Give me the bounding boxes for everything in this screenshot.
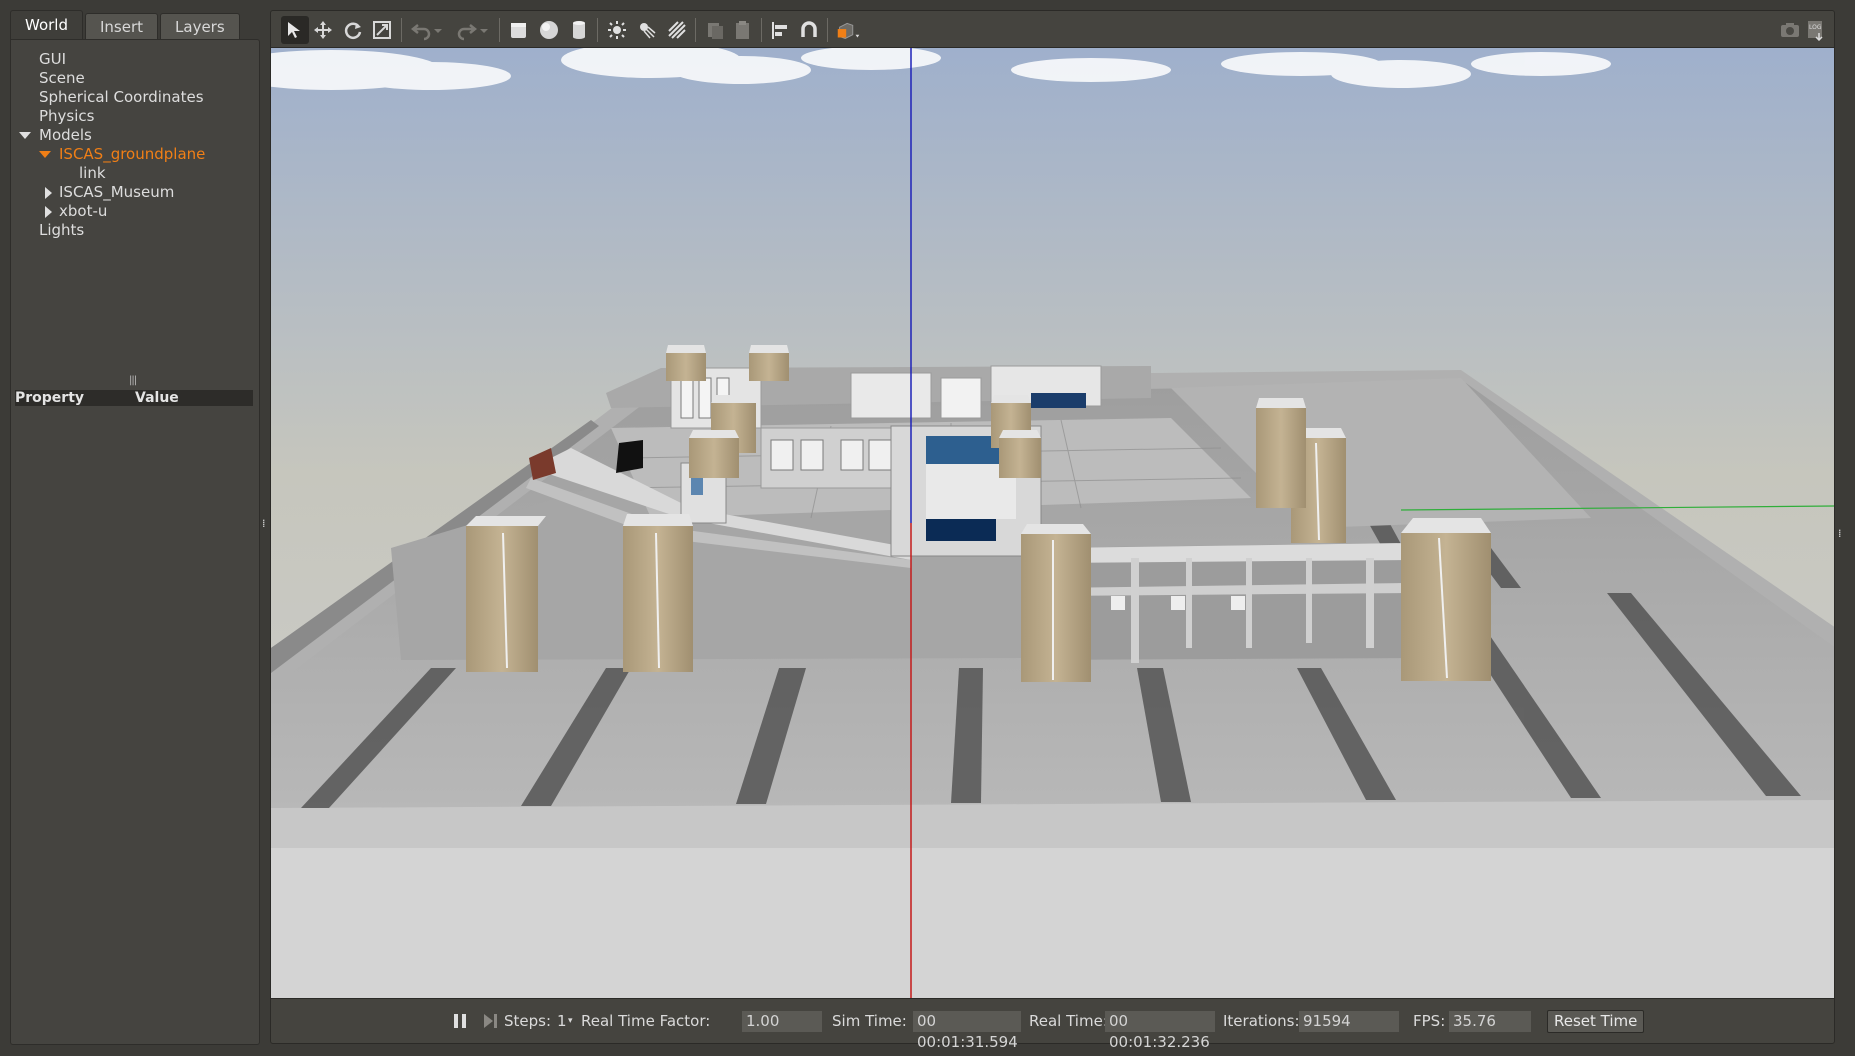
left-panel: World Insert Layers GUI Scene Spherical …	[10, 10, 260, 1046]
tree-item-label: link	[79, 164, 106, 182]
tree-item-label: GUI	[39, 50, 67, 68]
left-splitter-handle[interactable]: ⁞	[262, 517, 266, 530]
toolbar: LOG	[270, 10, 1835, 48]
rotate-mode-icon[interactable]	[339, 16, 367, 44]
paste-icon[interactable]	[729, 16, 757, 44]
tree-item-scene[interactable]: Scene	[11, 69, 259, 88]
reset-time-button[interactable]: Reset Time	[1547, 1010, 1645, 1033]
log-icon[interactable]: LOG	[1802, 16, 1830, 44]
toolbar-separator	[695, 18, 696, 42]
steps-value[interactable]: 1	[557, 1012, 567, 1030]
tree-item-gui[interactable]: GUI	[11, 50, 259, 69]
tree-item-physics[interactable]: Physics	[11, 107, 259, 126]
expand-arrow-icon[interactable]	[45, 206, 52, 218]
redo-history-chevron-icon[interactable]	[477, 16, 491, 44]
toolbar-separator	[761, 18, 762, 42]
iterations-field: 91594	[1299, 1011, 1399, 1032]
tree-item-spherical-coordinates[interactable]: Spherical Coordinates	[11, 88, 259, 107]
directional-light-icon[interactable]	[663, 16, 691, 44]
expand-arrow-icon[interactable]	[19, 132, 31, 139]
log-label: LOG	[1809, 24, 1822, 31]
copy-icon[interactable]	[701, 16, 729, 44]
tree-item-label: Spherical Coordinates	[39, 88, 204, 106]
sphere-shape-icon[interactable]	[535, 16, 563, 44]
align-icon[interactable]	[767, 16, 795, 44]
property-column-header: Property	[15, 390, 85, 406]
world-panel: GUI Scene Spherical Coordinates Physics …	[10, 39, 260, 1045]
iterations-label: Iterations:	[1223, 1012, 1300, 1030]
fps-field: 35.76	[1449, 1011, 1531, 1032]
box-shape-icon[interactable]	[505, 16, 533, 44]
toolbar-separator	[499, 18, 500, 42]
tree-item-label: Scene	[39, 69, 85, 87]
tab-insert[interactable]: Insert	[85, 13, 159, 40]
tab-layers[interactable]: Layers	[160, 13, 240, 40]
steps-chevron-icon[interactable]: ▾	[568, 1016, 573, 1026]
real-time-label: Real Time:	[1029, 1012, 1108, 1030]
expand-arrow-icon[interactable]	[39, 151, 51, 158]
scene-viewport[interactable]	[270, 48, 1835, 998]
tree-item-iscas-groundplane[interactable]: ISCAS_groundplane	[11, 145, 259, 164]
translate-mode-icon[interactable]	[309, 16, 337, 44]
expand-arrow-icon[interactable]	[45, 187, 52, 199]
screenshot-icon[interactable]	[1776, 16, 1804, 44]
world-tree: GUI Scene Spherical Coordinates Physics …	[11, 50, 259, 240]
snap-icon[interactable]	[795, 16, 823, 44]
steps-label: Steps:	[504, 1012, 552, 1030]
tree-item-models[interactable]: Models	[11, 126, 259, 145]
property-table-header: Property Value	[15, 390, 253, 406]
splitter-handle[interactable]: |||	[129, 375, 137, 386]
tree-item-label: ISCAS_groundplane	[59, 145, 206, 163]
value-column-header: Value	[135, 390, 179, 406]
scale-mode-icon[interactable]	[368, 16, 396, 44]
pause-icon[interactable]	[446, 1007, 474, 1035]
toolbar-separator	[827, 18, 828, 42]
left-panel-tabs: World Insert Layers	[10, 10, 240, 40]
toolbar-separator	[401, 18, 402, 42]
tree-item-xbot-u[interactable]: xbot-u	[11, 202, 259, 221]
tree-item-label: xbot-u	[59, 202, 108, 220]
select-mode-icon[interactable]	[281, 16, 309, 44]
real-time-field: 00 00:01:32.236	[1105, 1011, 1215, 1051]
spot-light-icon[interactable]	[633, 16, 661, 44]
tree-item-iscas-museum[interactable]: ISCAS_Museum	[11, 183, 259, 202]
tree-item-link[interactable]: link	[11, 164, 259, 183]
step-icon[interactable]	[476, 1007, 504, 1035]
tree-item-label: ISCAS_Museum	[59, 183, 175, 201]
tree-item-label: Models	[39, 126, 92, 144]
right-splitter-handle[interactable]: ⁞	[1838, 527, 1842, 540]
sim-time-label: Sim Time:	[832, 1012, 907, 1030]
fps-label: FPS:	[1413, 1012, 1446, 1030]
undo-history-chevron-icon[interactable]	[431, 16, 445, 44]
tree-item-label: Lights	[39, 221, 85, 239]
tab-world[interactable]: World	[10, 10, 83, 40]
cylinder-shape-icon[interactable]	[565, 16, 593, 44]
scene-render[interactable]	[271, 48, 1835, 998]
real-time-factor-field: 1.00	[742, 1011, 822, 1032]
sim-time-field: 00 00:01:31.594	[913, 1011, 1021, 1051]
time-panel: Steps: 1 ▾ Real Time Factor: 1.00 Sim Ti…	[270, 998, 1835, 1051]
point-light-icon[interactable]	[603, 16, 631, 44]
tree-item-lights[interactable]: Lights	[11, 221, 259, 240]
toolbar-separator	[597, 18, 598, 42]
tree-item-label: Physics	[39, 107, 95, 125]
real-time-factor-label: Real Time Factor:	[581, 1012, 711, 1030]
view-angle-icon[interactable]	[833, 16, 865, 44]
main-area: LOG ⁞ Steps: 1 ▾ Real Time Factor: 1.00 …	[270, 10, 1842, 1051]
